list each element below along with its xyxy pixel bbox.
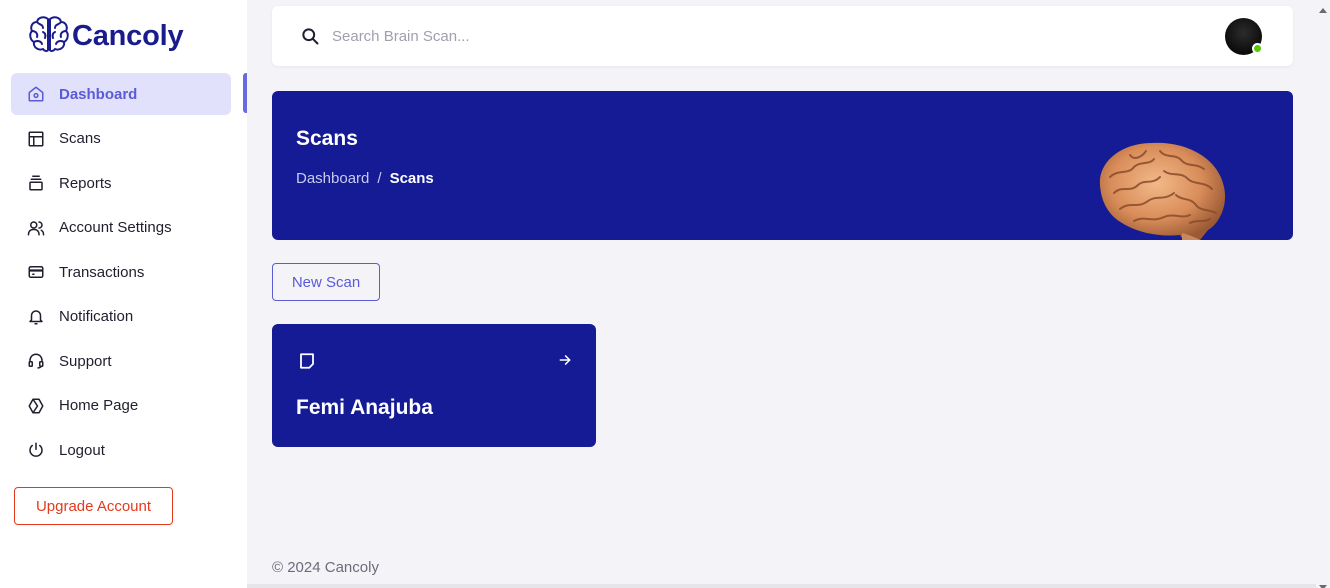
avatar[interactable]	[1225, 18, 1263, 55]
sidebar-item-label: Scans	[59, 130, 101, 147]
sidebar-item-label: Transactions	[59, 263, 145, 281]
brain-logo-icon	[28, 14, 70, 59]
sidebar: Cancoly Dashboard Scans Reports Account …	[0, 0, 247, 588]
users-icon	[27, 219, 45, 237]
sidebar-item-label: Home Page	[59, 397, 139, 414]
new-scan-button[interactable]: New Scan	[272, 263, 380, 301]
bell-icon	[27, 308, 45, 326]
scroll-down-arrow-icon[interactable]	[1319, 578, 1327, 588]
vertical-scrollbar[interactable]	[1316, 0, 1330, 588]
online-status-indicator	[1252, 43, 1263, 54]
breadcrumb-current: Scans	[389, 170, 434, 187]
hexagon-icon	[27, 397, 45, 415]
document-icon	[298, 352, 316, 375]
sidebar-item-dashboard[interactable]: Dashboard	[11, 73, 231, 115]
top-search-bar	[272, 6, 1293, 66]
sidebar-item-notification[interactable]: Notification	[11, 296, 231, 338]
brain-illustration	[1090, 135, 1230, 240]
sidebar-item-reports[interactable]: Reports	[11, 162, 231, 204]
page-header-banner: Scans Dashboard / Scans	[272, 91, 1293, 240]
upgrade-account-button[interactable]: Upgrade Account	[14, 487, 173, 525]
scan-patient-name: Femi Anajuba	[296, 396, 433, 419]
breadcrumb: Dashboard / Scans	[296, 170, 434, 187]
headset-icon	[27, 352, 45, 370]
sidebar-item-label: Account Settings	[59, 219, 172, 236]
scan-card[interactable]: Femi Anajuba	[272, 324, 596, 447]
sidebar-item-label: Logout	[59, 441, 105, 459]
sidebar-item-label: Notification	[59, 308, 134, 325]
credit-card-icon	[27, 263, 45, 281]
page-title: Scans	[296, 127, 358, 150]
home-icon	[27, 85, 45, 103]
layout-icon	[27, 130, 45, 148]
logo[interactable]: Cancoly	[28, 14, 184, 59]
search-icon[interactable]	[300, 26, 320, 51]
sidebar-item-transactions[interactable]: Transactions	[11, 251, 231, 293]
stack-icon	[27, 174, 45, 192]
sidebar-item-scans[interactable]: Scans	[11, 118, 231, 160]
horizontal-scrollbar[interactable]	[247, 584, 1316, 588]
sidebar-nav: Dashboard Scans Reports Account Settings…	[11, 73, 247, 474]
scroll-up-arrow-icon[interactable]	[1319, 0, 1327, 18]
search-input[interactable]	[332, 21, 932, 51]
sidebar-item-home-page[interactable]: Home Page	[11, 385, 231, 427]
sidebar-item-support[interactable]: Support	[11, 340, 231, 382]
breadcrumb-separator: /	[377, 170, 382, 187]
sidebar-item-logout[interactable]: Logout	[11, 429, 231, 471]
sidebar-item-label: Dashboard	[59, 85, 138, 103]
active-nav-indicator	[243, 73, 247, 113]
sidebar-item-label: Support	[59, 352, 112, 370]
footer-copyright: © 2024 Cancoly	[272, 559, 379, 576]
arrow-right-icon[interactable]	[558, 353, 572, 372]
app-name: Cancoly	[72, 19, 184, 52]
sidebar-item-account-settings[interactable]: Account Settings	[11, 207, 231, 249]
breadcrumb-link-dashboard[interactable]: Dashboard	[296, 170, 369, 187]
sidebar-item-label: Reports	[59, 174, 112, 192]
power-icon	[27, 441, 45, 459]
